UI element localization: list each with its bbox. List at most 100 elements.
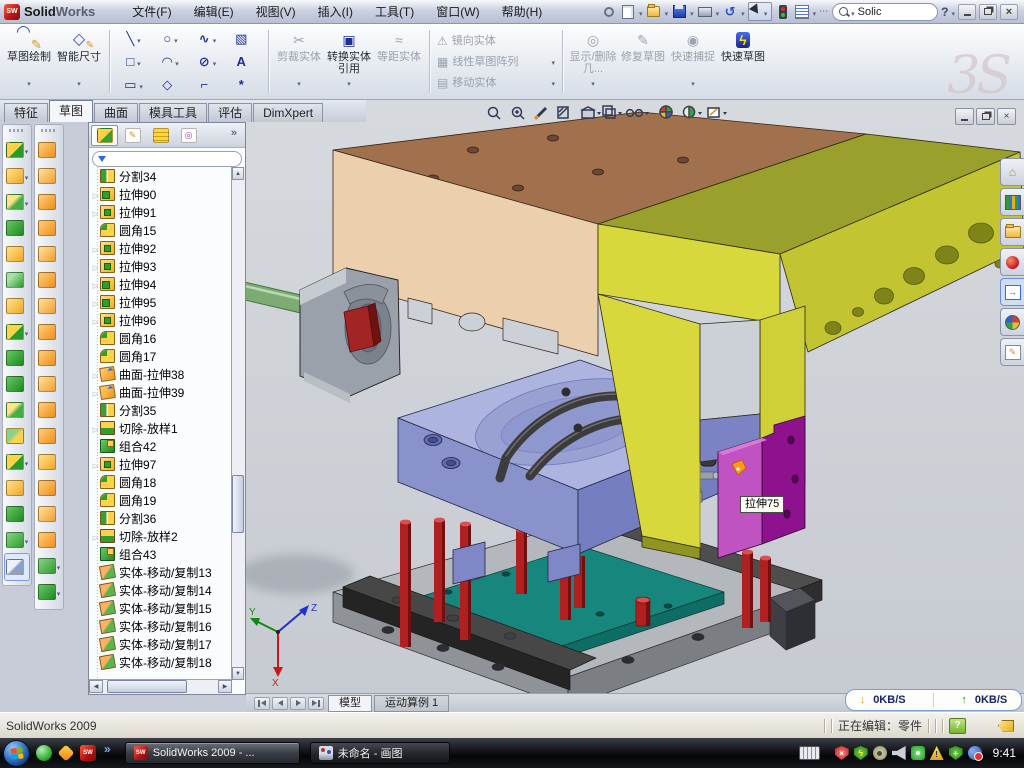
open-file-button[interactable] <box>646 4 662 19</box>
start-button[interactable] <box>3 740 30 767</box>
prev-tab-button[interactable] <box>272 697 288 710</box>
doc-tab[interactable]: 运动算例 1 <box>374 695 449 712</box>
feature-tree-item[interactable]: 组合42 <box>89 437 232 455</box>
manager-tab[interactable] <box>119 125 146 146</box>
tray-icon[interactable] <box>930 746 944 760</box>
help-button[interactable]: ? <box>941 5 948 19</box>
feature-tree-item[interactable]: 圆角19 <box>89 491 232 509</box>
toolbar-button[interactable] <box>3 189 31 215</box>
menu-item[interactable]: 编辑(E) <box>183 0 245 23</box>
expand-arrow-icon[interactable] <box>91 239 100 257</box>
toolbar-button[interactable] <box>3 293 31 319</box>
scroll-right-icon[interactable]: ▶ <box>218 680 232 693</box>
dropdown-arrow-icon[interactable] <box>27 77 31 91</box>
overflow-chevron[interactable]: » <box>231 127 241 139</box>
expand-arrow-icon[interactable] <box>91 455 100 473</box>
graphics-area[interactable]: Z Y X <box>246 100 1024 712</box>
scroll-down-icon[interactable]: ▼ <box>232 667 244 680</box>
feature-tree-item[interactable]: 拉伸94 <box>89 275 232 293</box>
toolbar-button[interactable] <box>3 527 31 553</box>
menu-item[interactable]: 插入(I) <box>307 0 364 23</box>
dropdown-arrow-icon[interactable] <box>716 3 720 21</box>
feature-tree-item[interactable]: 分割34 <box>89 167 232 185</box>
task-pane-tab[interactable] <box>1000 278 1024 306</box>
toolbar-button[interactable] <box>35 475 63 501</box>
tray-icon[interactable] <box>911 746 925 760</box>
sketch-tool-button[interactable]: ⌐ <box>189 73 226 96</box>
annotation-view-icon[interactable] <box>708 108 719 117</box>
dropdown-arrow-icon[interactable] <box>597 112 601 115</box>
toolbar-button[interactable] <box>3 163 31 189</box>
dropdown-arrow-icon[interactable] <box>741 3 745 21</box>
sketch-tool-button[interactable]: * <box>226 73 263 96</box>
print-button[interactable] <box>697 4 713 19</box>
tray-icon[interactable] <box>949 746 963 760</box>
search-box[interactable]: Solic <box>832 3 938 21</box>
menu-item[interactable]: 帮助(H) <box>491 0 554 23</box>
toolbar-button[interactable] <box>35 371 63 397</box>
select-tool-button[interactable] <box>748 2 772 21</box>
dropdown-arrow-icon[interactable] <box>951 3 955 21</box>
undo-button[interactable]: ↺ <box>722 4 738 19</box>
save-button[interactable] <box>671 4 687 19</box>
feature-tree-item[interactable]: 圆角18 <box>89 473 232 491</box>
feature-tree-item[interactable]: 分割36 <box>89 509 232 527</box>
appearance-ball-icon[interactable] <box>660 106 672 118</box>
task-pane-tab[interactable] <box>1000 338 1024 366</box>
sketch-tool-button[interactable]: A <box>226 50 263 73</box>
dropdown-arrow-icon[interactable] <box>551 77 555 91</box>
command-tab[interactable]: 模具工具 <box>139 103 207 122</box>
tag-icon[interactable] <box>998 720 1014 732</box>
dropdown-arrow-icon[interactable] <box>137 30 141 48</box>
feature-tree-item[interactable]: 圆角16 <box>89 329 232 347</box>
dropdown-arrow-icon[interactable] <box>25 323 29 341</box>
section-view-icon[interactable] <box>558 107 568 118</box>
sketch-tool-button[interactable]: ▧ <box>226 27 263 50</box>
dropdown-arrow-icon[interactable] <box>691 77 695 91</box>
toolbar-button[interactable] <box>3 501 31 527</box>
toolbar-button[interactable] <box>35 267 63 293</box>
dropdown-arrow-icon[interactable] <box>813 3 817 21</box>
taskbar-task-button[interactable]: SW SolidWorks 2009 - ... <box>125 742 300 764</box>
dropdown-arrow-icon[interactable] <box>57 583 61 601</box>
toolbar-button[interactable] <box>3 215 31 241</box>
toolbar-button[interactable] <box>35 449 63 475</box>
network-speed-widget[interactable]: ↓ 0KB/S ↑ 0KB/S <box>845 689 1022 711</box>
tree-filter-input[interactable] <box>92 151 242 167</box>
quicklaunch-messenger-icon[interactable] <box>36 745 52 761</box>
task-pane-tab[interactable] <box>1000 218 1024 246</box>
ribbon-button[interactable]: ≈ 等距实体 <box>374 26 424 97</box>
ribbon-button[interactable]: ◎ 显示/删除几... <box>568 26 618 97</box>
toolbar-button[interactable] <box>35 163 63 189</box>
dropdown-arrow-icon[interactable] <box>25 453 29 471</box>
feature-tree-item[interactable]: 拉伸93 <box>89 257 232 275</box>
keyboard-layout-icon[interactable] <box>799 746 820 760</box>
dropdown-arrow-icon[interactable] <box>698 112 702 115</box>
ribbon-button[interactable]: ϟ 快速草图 <box>718 26 768 97</box>
dropdown-arrow-icon[interactable] <box>723 112 727 115</box>
feature-tree-item[interactable]: 拉伸95 <box>89 293 232 311</box>
dropdown-arrow-icon[interactable] <box>764 3 768 21</box>
dropdown-arrow-icon[interactable] <box>639 3 643 21</box>
toolbar-grip[interactable] <box>9 129 25 132</box>
sketch-tool-button[interactable]: □ <box>115 50 152 73</box>
scrollbar-thumb[interactable] <box>107 680 187 693</box>
toolbar-button[interactable] <box>4 553 30 581</box>
toolbar-button[interactable] <box>3 449 31 475</box>
expand-arrow-icon[interactable] <box>91 203 100 221</box>
sketch-tool-button[interactable]: ⊘ <box>189 50 226 73</box>
dropdown-arrow-icon[interactable] <box>591 77 595 91</box>
first-tab-button[interactable] <box>254 697 270 710</box>
pin-icon[interactable] <box>601 4 617 19</box>
clamp-fixture[interactable] <box>246 268 400 403</box>
dropdown-arrow-icon[interactable] <box>25 531 29 549</box>
expand-arrow-icon[interactable] <box>91 311 100 329</box>
feature-tree-item[interactable]: 实体-移动/复制15 <box>89 599 232 617</box>
command-tab[interactable]: DimXpert <box>253 103 323 122</box>
dropdown-arrow-icon[interactable] <box>57 557 61 575</box>
task-pane-tab[interactable] <box>1000 308 1024 336</box>
dropdown-arrow-icon[interactable] <box>551 56 555 70</box>
toolbar-button[interactable] <box>35 579 63 605</box>
toolbar-button[interactable] <box>3 423 31 449</box>
toolbar-button[interactable] <box>35 319 63 345</box>
